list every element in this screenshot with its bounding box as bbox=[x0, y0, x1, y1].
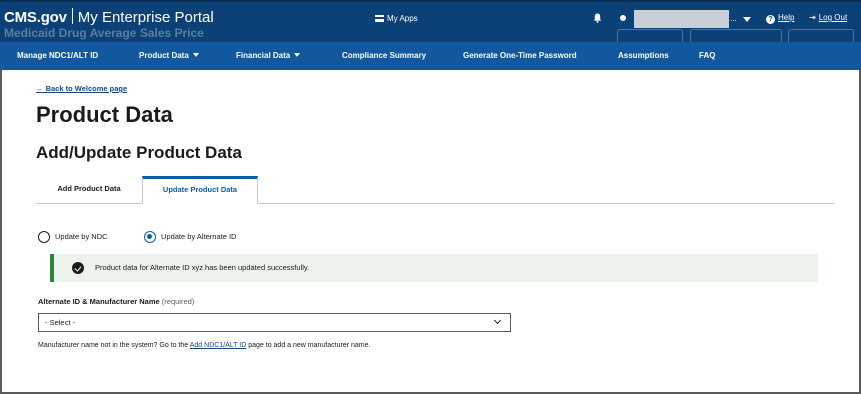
nav-item-label: Manage NDC1/ALT ID bbox=[17, 51, 99, 60]
help-icon: ? bbox=[766, 15, 775, 24]
header-underlay-box bbox=[690, 29, 782, 42]
my-apps-label: My Apps bbox=[387, 14, 418, 23]
redacted-user-name[interactable] bbox=[634, 10, 729, 28]
check-circle-icon bbox=[72, 262, 84, 274]
chevron-down-icon bbox=[294, 53, 301, 57]
brand-logo[interactable]: CMS.gov My Enterprise Portal bbox=[4, 8, 214, 26]
nav-item-financial-data[interactable]: Financial Data bbox=[236, 42, 301, 70]
required-indicator: (required) bbox=[161, 297, 195, 306]
bell-icon[interactable] bbox=[593, 13, 602, 23]
logout-link[interactable]: ⇥ Log Out bbox=[809, 13, 847, 22]
help-link[interactable]: ? Help bbox=[766, 13, 794, 24]
product-data-tabs: Add Product Data Update Product Data bbox=[36, 176, 834, 205]
hint-prefix: Manufacturer name not in the system? Go … bbox=[38, 342, 190, 349]
back-to-welcome-link[interactable]: ← Back to Welcome page bbox=[36, 84, 127, 93]
help-label: Help bbox=[778, 13, 795, 22]
nav-item-assumptions[interactable]: Assumptions bbox=[618, 42, 669, 70]
header-underlay-box bbox=[617, 29, 683, 42]
chevron-down-icon bbox=[192, 53, 199, 57]
nav-item-label: Product Data bbox=[139, 51, 189, 60]
field-label-text: Alternate ID & Manufacturer Name bbox=[38, 297, 160, 306]
alternate-id-select[interactable]: - Select - bbox=[38, 313, 511, 332]
hint-suffix: page to add a new manufacturer name. bbox=[246, 342, 371, 349]
header-top-border bbox=[0, 0, 861, 2]
portal-name: My Enterprise Portal bbox=[77, 9, 214, 26]
chevron-down-icon bbox=[493, 316, 502, 325]
my-apps-button[interactable]: My Apps bbox=[375, 14, 418, 23]
radio-update-by-ndc[interactable]: Update by NDC bbox=[38, 230, 130, 244]
nav-item-label: Generate One-Time Password bbox=[463, 51, 577, 60]
alert-message: Product data for Alternate ID xyz has be… bbox=[95, 263, 310, 272]
manufacturer-hint: Manufacturer name not in the system? Go … bbox=[38, 342, 370, 349]
nav-item-label: Compliance Summary bbox=[342, 51, 427, 60]
select-value: - Select - bbox=[45, 318, 76, 327]
alert-accent-bar bbox=[50, 254, 54, 282]
header-underlay-box bbox=[788, 29, 854, 42]
main-navigation: Manage NDC1/ALT ID Product Data Financia… bbox=[0, 42, 861, 70]
nav-item-label: FAQ bbox=[699, 51, 716, 60]
user-name-trail: ... bbox=[730, 14, 737, 23]
add-ndc1-alt-id-link[interactable]: Add NDC1/ALT ID bbox=[190, 342, 247, 349]
nav-item-product-data[interactable]: Product Data bbox=[139, 42, 199, 70]
nav-item-label: Assumptions bbox=[618, 51, 669, 60]
tab-add-product-data[interactable]: Add Product Data bbox=[36, 176, 142, 204]
nav-item-manage-ndc[interactable]: Manage NDC1/ALT ID bbox=[17, 42, 98, 70]
radio-update-by-alternate-id[interactable]: Update by Alternate ID bbox=[144, 230, 264, 244]
logout-icon: ⇥ bbox=[809, 13, 816, 22]
tab-update-product-data[interactable]: Update Product Data bbox=[142, 176, 258, 205]
nav-item-label: Financial Data bbox=[236, 51, 291, 60]
nav-item-generate-otp[interactable]: Generate One-Time Password bbox=[463, 42, 577, 70]
radio-label: Update by NDC bbox=[55, 232, 108, 241]
apps-menu-icon bbox=[375, 15, 384, 22]
user-avatar-icon[interactable] bbox=[620, 15, 626, 21]
app-title-underlay: Medicaid Drug Average Sales Price bbox=[4, 26, 204, 40]
brand-divider bbox=[71, 8, 73, 24]
logout-label: Log Out bbox=[818, 13, 848, 22]
radio-circle bbox=[38, 231, 50, 243]
radio-circle-selected bbox=[144, 231, 156, 243]
nav-item-faq[interactable]: FAQ bbox=[699, 42, 715, 70]
success-alert: Product data for Alternate ID xyz has be… bbox=[50, 254, 818, 282]
brand-name: CMS.gov bbox=[4, 9, 67, 26]
page-title: Product Data bbox=[36, 102, 173, 127]
radio-label: Update by Alternate ID bbox=[161, 232, 237, 241]
alternate-id-field-label: Alternate ID & Manufacturer Name (requir… bbox=[38, 297, 194, 306]
enterprise-header: Medicaid Drug Average Sales Price CMS.go… bbox=[0, 0, 861, 42]
nav-item-compliance-summary[interactable]: Compliance Summary bbox=[342, 42, 426, 70]
section-title: Add/Update Product Data bbox=[36, 143, 242, 162]
chevron-down-icon[interactable] bbox=[743, 17, 751, 22]
